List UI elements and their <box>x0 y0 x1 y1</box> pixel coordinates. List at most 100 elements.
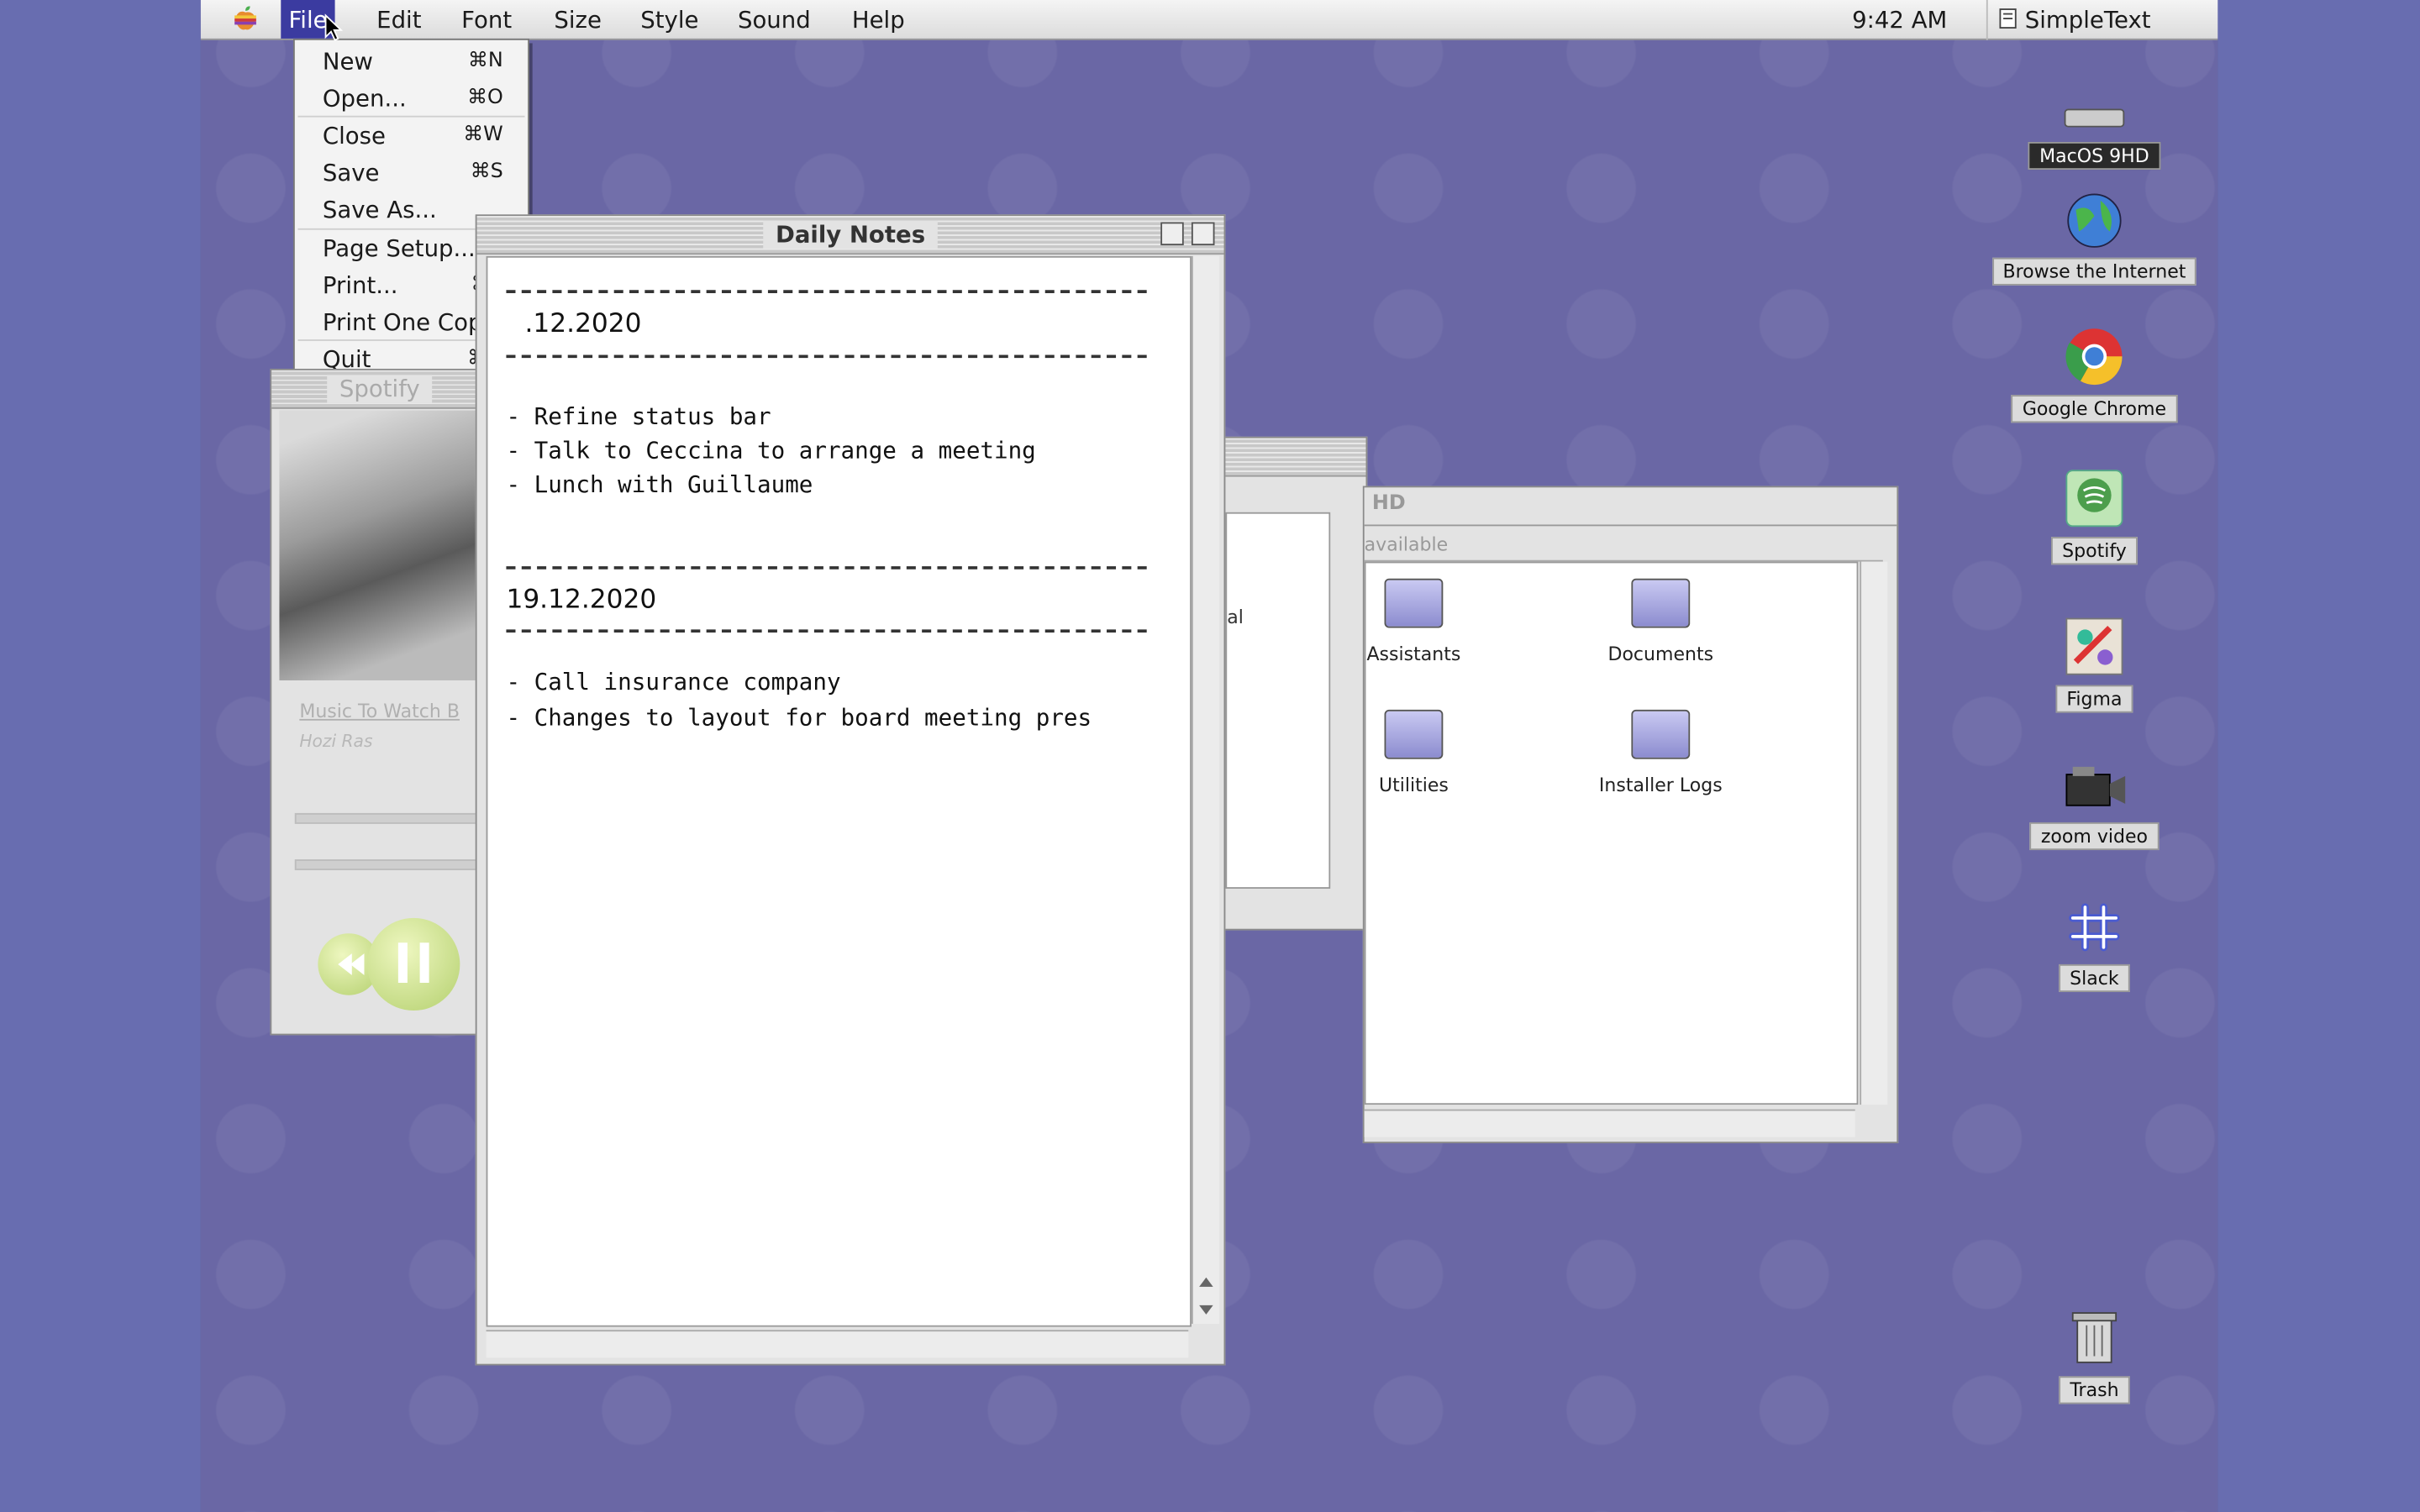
menu-item-new[interactable]: New ⌘N <box>295 42 528 79</box>
folder-utilities[interactable]: Utilities <box>1328 709 1498 796</box>
desktop-icon-label: Trash <box>2059 1376 2130 1404</box>
desktop-icon-figma[interactable]: Figma <box>2007 616 2182 713</box>
desktop[interactable]: File Edit Font Size Style Sound Help 9:4… <box>200 0 2218 1512</box>
notes-hscroll[interactable] <box>486 1330 1189 1358</box>
right-border <box>2217 0 2420 1512</box>
spotify-icon <box>2065 470 2123 528</box>
note-date: .12.2020 <box>524 308 642 340</box>
track-artist: Hozi Ras <box>299 731 373 752</box>
note-date: 19.12.2020 <box>506 585 657 616</box>
trash-icon <box>2071 1312 2118 1363</box>
note-line: - Refine status bar <box>506 402 771 431</box>
track-title[interactable]: Music To Watch B <box>299 701 460 722</box>
menu-clock[interactable]: 9:42 AM <box>1852 0 1947 40</box>
spotify-window-title: Spotify <box>327 375 433 403</box>
finder-back-titlebar[interactable] <box>1225 438 1366 477</box>
desktop-icon-zoom-video[interactable]: zoom video <box>1999 762 2191 851</box>
desktop-icon-trash[interactable]: Trash <box>2007 1304 2182 1404</box>
application-menu-label: SimpleText <box>2024 6 2151 34</box>
finder-vscroll[interactable] <box>1860 561 1888 1105</box>
menu-item-label: Save As... <box>322 196 437 224</box>
finder-window-title: HD <box>1371 491 1406 516</box>
finder-window-back[interactable]: al <box>1223 436 1368 931</box>
menu-style[interactable]: Style <box>633 0 707 39</box>
folder-label: Assistants <box>1366 643 1461 665</box>
menu-font[interactable]: Font <box>454 0 519 39</box>
finder-hscroll[interactable] <box>1364 1109 1855 1137</box>
finder-info-bar: available <box>1364 526 1883 562</box>
notes-window-title: Daily Notes <box>763 220 938 249</box>
globe-icon <box>2067 193 2122 248</box>
mouse-cursor-icon <box>324 13 343 42</box>
note-line: - Changes to layout for board meeting pr… <box>506 703 1092 732</box>
application-menu[interactable]: SimpleText <box>1986 0 2151 40</box>
folder-icon <box>1384 578 1444 628</box>
desktop-icon-browse-internet[interactable]: Browse the Internet <box>1986 192 2202 286</box>
menu-sound[interactable]: Sound <box>730 0 818 39</box>
menu-item-close[interactable]: Close ⌘W <box>295 116 528 153</box>
folder-assistants[interactable]: Assistants <box>1328 578 1498 665</box>
menu-item-label: Page Setup... <box>322 234 476 263</box>
progress-bar[interactable] <box>294 812 483 824</box>
divider <box>506 290 1147 293</box>
simpletext-icon <box>1999 8 2017 29</box>
camera-icon <box>2065 766 2126 806</box>
menu-item-shortcut: ⌘N <box>468 49 503 73</box>
divider <box>506 629 1147 633</box>
menu-size[interactable]: Size <box>546 0 609 39</box>
notes-titlebar[interactable]: Daily Notes <box>476 216 1224 255</box>
menu-item-label: Open... <box>322 85 407 113</box>
notes-text-area[interactable]: .12.2020 - Refine status bar - Talk to C… <box>486 255 1192 1327</box>
desktop-icon-macos-hd[interactable]: MacOS 9HD <box>2007 103 2182 171</box>
desktop-icon-label: Browse the Internet <box>1991 257 2197 286</box>
finder-content: Assistants Documents Utilities Installer… <box>1364 561 1859 1105</box>
left-border <box>0 0 201 1512</box>
desktop-icon-spotify[interactable]: Spotify <box>2007 468 2182 565</box>
collapse-box[interactable] <box>1191 222 1215 246</box>
menu-bar: File Edit Font Size Style Sound Help 9:4… <box>200 0 2218 40</box>
finder-titlebar[interactable]: HD <box>1364 487 1897 527</box>
folder-label: Installer Logs <box>1598 774 1723 796</box>
menu-item-shortcut: ⌘O <box>467 86 503 110</box>
chrome-icon <box>2065 328 2123 386</box>
note-line: - Lunch with Guillaume <box>506 470 813 499</box>
scroll-arrows-icon[interactable] <box>1193 1262 1219 1323</box>
disk-space-label: available <box>1364 533 1449 556</box>
figma-icon <box>2065 617 2123 675</box>
volume-bar[interactable] <box>294 859 483 870</box>
notes-vscroll[interactable] <box>1191 255 1220 1324</box>
spotify-titlebar[interactable]: Spotify <box>271 370 488 409</box>
spotify-window[interactable]: Spotify Music To Watch B Hozi Ras <box>270 368 490 1036</box>
desktop-icon-label: MacOS 9HD <box>2028 141 2160 171</box>
folder-label: Documents <box>1607 643 1714 665</box>
folder-installer-logs[interactable]: Installer Logs <box>1576 709 1745 796</box>
menu-item-label: Close <box>322 122 386 150</box>
menu-item-shortcut: ⌘W <box>463 123 503 147</box>
menu-edit[interactable]: Edit <box>369 0 429 39</box>
hard-drive-icon <box>2064 108 2125 128</box>
slack-icon <box>2069 903 2120 952</box>
desktop-icon-label: Slack <box>2059 963 2130 993</box>
album-art <box>279 410 477 680</box>
menu-item-label: Print... <box>322 271 398 300</box>
folder-documents[interactable]: Documents <box>1576 578 1745 665</box>
menu-item-open[interactable]: Open... ⌘O <box>295 79 528 116</box>
finder-back-label: al <box>1227 606 1244 628</box>
desktop-icon-label: Google Chrome <box>2011 395 2177 423</box>
finder-window[interactable]: HD available Assistants Documents Utilit… <box>1362 486 1899 1144</box>
menu-item-save[interactable]: Save ⌘S <box>295 153 528 190</box>
desktop-icon-slack[interactable]: Slack <box>2007 898 2182 993</box>
menu-item-label: Print One Copy <box>322 308 497 337</box>
desktop-icon-google-chrome[interactable]: Google Chrome <box>2007 326 2182 423</box>
menu-help[interactable]: Help <box>844 0 913 39</box>
divider <box>506 566 1147 570</box>
zoom-box[interactable] <box>1160 222 1184 246</box>
folder-label: Utilities <box>1378 774 1449 796</box>
apple-icon[interactable] <box>232 5 260 33</box>
pause-button[interactable] <box>367 917 460 1011</box>
screen: File Edit Font Size Style Sound Help 9:4… <box>0 0 2420 1512</box>
daily-notes-window[interactable]: Daily Notes .12.2020 - Refine status bar… <box>475 214 1226 1366</box>
folder-icon <box>1384 709 1444 759</box>
folder-icon <box>1631 578 1691 628</box>
pause-icon <box>397 942 429 983</box>
